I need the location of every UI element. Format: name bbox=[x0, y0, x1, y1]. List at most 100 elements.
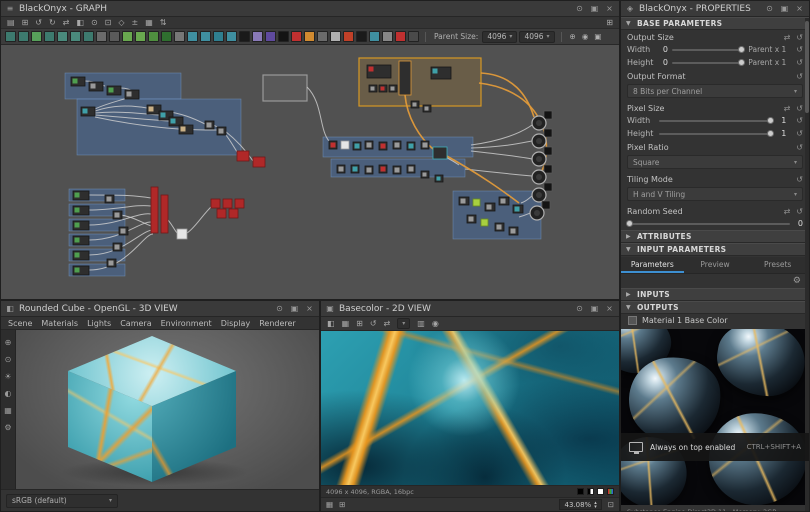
close-icon[interactable]: × bbox=[604, 304, 615, 313]
layout-icon[interactable]: ⊞ bbox=[606, 18, 613, 27]
channel-swatch-white[interactable] bbox=[597, 488, 604, 495]
float-icon[interactable]: ▣ bbox=[589, 4, 600, 13]
shuffle-icon[interactable]: ⇄ bbox=[784, 207, 791, 216]
link-icon[interactable]: ⇄ bbox=[784, 33, 791, 42]
pin-icon[interactable]: ⊙ bbox=[574, 304, 585, 313]
node-type-icon[interactable] bbox=[31, 31, 42, 42]
menu-camera[interactable]: Camera bbox=[120, 319, 151, 328]
node-type-icon[interactable] bbox=[5, 31, 16, 42]
pixel-width-slider[interactable] bbox=[659, 120, 773, 122]
node-type-icon[interactable] bbox=[57, 31, 68, 42]
node-type-icon[interactable] bbox=[200, 31, 211, 42]
output-item-base-color[interactable]: Material 1 Base Color bbox=[621, 314, 809, 327]
node-type-icon[interactable] bbox=[187, 31, 198, 42]
grid-icon[interactable]: ▦ bbox=[145, 18, 153, 27]
save-icon[interactable]: ◧ bbox=[327, 319, 335, 328]
slider-knob[interactable] bbox=[626, 220, 633, 227]
section-base-parameters[interactable]: ▼ BASE PARAMETERS bbox=[621, 17, 809, 30]
graph-node[interactable] bbox=[341, 141, 349, 149]
pixel-width-value[interactable]: 1 bbox=[777, 116, 786, 125]
reset-icon[interactable]: ↺ bbox=[796, 207, 803, 216]
pixel-height-value[interactable]: 1 bbox=[777, 129, 786, 138]
output-height-slider[interactable] bbox=[672, 62, 744, 64]
float-icon[interactable]: ▣ bbox=[589, 304, 600, 313]
node-type-icon[interactable] bbox=[226, 31, 237, 42]
pin-icon[interactable]: ⊙ bbox=[574, 4, 585, 13]
close-icon[interactable]: × bbox=[604, 4, 615, 13]
graph-node[interactable] bbox=[433, 147, 447, 159]
graph-node[interactable] bbox=[161, 195, 168, 233]
node-type-icon[interactable] bbox=[161, 31, 172, 42]
slider-knob[interactable] bbox=[767, 117, 774, 124]
node-type-icon[interactable] bbox=[330, 31, 341, 42]
pin-icon[interactable]: ⊙ bbox=[764, 4, 775, 13]
node-type-icon[interactable] bbox=[395, 31, 406, 42]
menu-display[interactable]: Display bbox=[221, 319, 251, 328]
node-type-icon[interactable] bbox=[356, 31, 367, 42]
section-attributes[interactable]: ▶ ATTRIBUTES bbox=[621, 230, 809, 243]
math-icon[interactable]: ± bbox=[132, 18, 139, 27]
node-type-icon[interactable] bbox=[304, 31, 315, 42]
camera-icon[interactable]: ⊕ bbox=[5, 338, 12, 347]
output-height-value[interactable]: 0 bbox=[659, 58, 668, 67]
random-seed-slider[interactable] bbox=[627, 223, 790, 225]
light-icon[interactable]: ☀ bbox=[4, 372, 11, 381]
redo-icon[interactable]: ↻ bbox=[49, 18, 56, 27]
menu-environment[interactable]: Environment bbox=[161, 319, 212, 328]
reset-icon[interactable]: ↺ bbox=[796, 104, 803, 113]
graph-node[interactable] bbox=[237, 151, 249, 161]
node-type-icon[interactable] bbox=[278, 31, 289, 42]
node-type-icon[interactable] bbox=[408, 31, 419, 42]
slider-knob[interactable] bbox=[738, 46, 745, 53]
slider-knob[interactable] bbox=[767, 130, 774, 137]
graph-node[interactable] bbox=[399, 61, 411, 95]
scrollbar-thumb[interactable] bbox=[805, 21, 809, 113]
compare-icon[interactable]: ⇄ bbox=[384, 319, 391, 328]
graph-node[interactable] bbox=[235, 199, 244, 208]
filter-dropdown[interactable]: ▾ bbox=[397, 318, 410, 329]
display-mode-icon[interactable]: ▣ bbox=[594, 32, 601, 41]
node-graph-canvas[interactable] bbox=[1, 45, 619, 299]
grid-icon[interactable]: ⊞ bbox=[356, 319, 363, 328]
reset-icon[interactable]: ↺ bbox=[796, 58, 803, 67]
menu-lights[interactable]: Lights bbox=[87, 319, 111, 328]
docs-icon[interactable]: ▤ bbox=[7, 18, 15, 27]
close-icon[interactable]: × bbox=[794, 4, 805, 13]
float-icon[interactable]: ▣ bbox=[779, 4, 790, 13]
orbit-icon[interactable]: ⊙ bbox=[5, 355, 12, 364]
wireframe-icon[interactable]: ▦ bbox=[4, 406, 12, 415]
random-seed-value[interactable]: 0 bbox=[794, 219, 803, 228]
graph-node[interactable] bbox=[177, 229, 187, 239]
output-node-badge[interactable] bbox=[544, 147, 552, 155]
shading-icon[interactable]: ◐ bbox=[5, 389, 12, 398]
node-type-icon[interactable] bbox=[317, 31, 328, 42]
texture-2d-canvas[interactable] bbox=[321, 331, 619, 485]
float-icon[interactable]: ▣ bbox=[289, 304, 300, 313]
node-type-icon[interactable] bbox=[174, 31, 185, 42]
graph-node[interactable] bbox=[217, 209, 226, 218]
output-node-badge[interactable] bbox=[544, 129, 552, 137]
tab-parameters[interactable]: Parameters bbox=[621, 257, 684, 273]
node-type-icon[interactable] bbox=[109, 31, 120, 42]
focus-icon[interactable]: ⊙ bbox=[91, 18, 98, 27]
shape-icon[interactable]: ◇ bbox=[118, 18, 124, 27]
output-width-slider[interactable] bbox=[672, 49, 744, 51]
reset-icon[interactable]: ↺ bbox=[796, 129, 803, 138]
graph-node[interactable] bbox=[223, 199, 232, 208]
node-type-icon[interactable] bbox=[265, 31, 276, 42]
tiling-icon[interactable]: ▦ bbox=[342, 319, 350, 328]
frame-icon[interactable]: ⊡ bbox=[105, 18, 112, 27]
output-node-badge[interactable] bbox=[544, 165, 552, 173]
output-node-badge[interactable] bbox=[544, 111, 552, 119]
graph-node[interactable] bbox=[211, 199, 220, 208]
frame-node[interactable] bbox=[263, 75, 307, 101]
channel-swatch-alpha[interactable] bbox=[587, 488, 594, 495]
menu-renderer[interactable]: Renderer bbox=[259, 319, 296, 328]
reset-icon[interactable]: ↺ bbox=[796, 116, 803, 125]
node-type-icon[interactable] bbox=[18, 31, 29, 42]
node-type-icon[interactable] bbox=[122, 31, 133, 42]
node-type-icon[interactable] bbox=[291, 31, 302, 42]
link-icon[interactable]: ⇄ bbox=[784, 104, 791, 113]
slider-knob[interactable] bbox=[738, 59, 745, 66]
settings-gear-icon[interactable]: ⚙ bbox=[4, 423, 11, 432]
